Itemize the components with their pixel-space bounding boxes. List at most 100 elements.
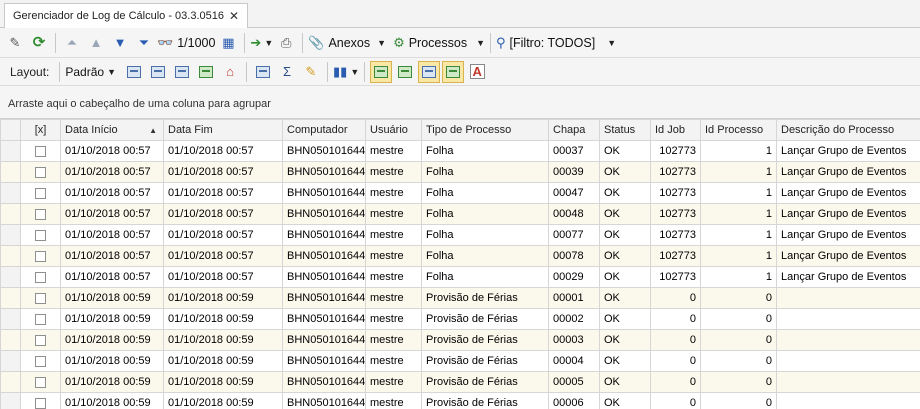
cell-data-fim[interactable]: 01/10/2018 00:57 — [163, 266, 283, 288]
table-row[interactable]: 01/10/2018 00:57 01/10/2018 00:57 BHN05010… — [0, 245, 920, 267]
cell-status[interactable]: OK — [599, 224, 651, 246]
table-row[interactable]: 01/10/2018 00:59 01/10/2018 00:59 BHN05010… — [0, 287, 920, 309]
cell-chapa[interactable]: 00077 — [548, 224, 600, 246]
row-indicator[interactable] — [0, 329, 21, 351]
cell-data-fim[interactable]: 01/10/2018 00:57 — [163, 182, 283, 204]
column-header-usuario[interactable]: Usuário — [365, 119, 422, 141]
row-indicator[interactable] — [0, 140, 21, 162]
cell-status[interactable]: OK — [599, 392, 651, 409]
cell-status[interactable]: OK — [599, 287, 651, 309]
cell-status[interactable]: OK — [599, 182, 651, 204]
anexos-button[interactable]: 📎 Anexos ▼ — [308, 32, 386, 54]
cell-data-fim[interactable]: 01/10/2018 00:59 — [163, 371, 283, 393]
table-row[interactable]: 01/10/2018 00:57 01/10/2018 00:57 BHN05010… — [0, 161, 920, 183]
cell-tipo-processo[interactable]: Provisão de Férias — [421, 329, 549, 351]
cell-chapa[interactable]: 00037 — [548, 140, 600, 162]
cell-chapa[interactable]: 00006 — [548, 392, 600, 409]
cell-data-fim[interactable]: 01/10/2018 00:59 — [163, 329, 283, 351]
cell-computador[interactable]: BHN050101644 — [282, 140, 366, 162]
font-button[interactable]: A — [466, 61, 488, 83]
cell-chapa[interactable]: 00002 — [548, 308, 600, 330]
row-indicator[interactable] — [0, 308, 21, 330]
first-record-button[interactable]: ⏶ — [61, 32, 83, 54]
calendar-button[interactable]: ▦ — [217, 32, 239, 54]
highlight-button[interactable]: ✎ — [300, 61, 322, 83]
column-header-data-fim[interactable]: Data Fim — [163, 119, 283, 141]
cell-computador[interactable]: BHN050101644 — [282, 392, 366, 409]
cell-chapa[interactable]: 00047 — [548, 182, 600, 204]
cell-data-inicio[interactable]: 01/10/2018 00:59 — [60, 329, 164, 351]
cell-chapa[interactable]: 00078 — [548, 245, 600, 267]
cell-id-job[interactable]: 0 — [650, 329, 701, 351]
cell-usuario[interactable]: mestre — [365, 371, 422, 393]
table-row[interactable]: 01/10/2018 00:59 01/10/2018 00:59 BHN05010… — [0, 308, 920, 330]
group-by-panel[interactable]: Arraste aqui o cabeçalho de uma coluna p… — [0, 86, 920, 119]
cell-computador[interactable]: BHN050101644 — [282, 329, 366, 351]
cell-descricao[interactable]: Lançar Grupo de Eventos — [776, 224, 920, 246]
cell-id-job[interactable]: 102773 — [650, 224, 701, 246]
cell-chapa[interactable]: 00039 — [548, 161, 600, 183]
cell-id-job[interactable]: 102773 — [650, 245, 701, 267]
column-header-chapa[interactable]: Chapa — [548, 119, 600, 141]
cell-id-job[interactable]: 0 — [650, 287, 701, 309]
edit-button[interactable]: ✎ — [4, 32, 26, 54]
row-checkbox[interactable] — [35, 208, 46, 220]
cell-id-job[interactable]: 102773 — [650, 182, 701, 204]
cell-tipo-processo[interactable]: Provisão de Férias — [421, 371, 549, 393]
row-checkbox[interactable] — [35, 376, 46, 388]
cell-data-fim[interactable]: 01/10/2018 00:57 — [163, 245, 283, 267]
column-header-data-inicio[interactable]: Data Início ▲ — [60, 119, 164, 141]
row-checkbox[interactable] — [35, 145, 46, 157]
cell-id-job[interactable]: 0 — [650, 308, 701, 330]
show-group-panel-button[interactable] — [370, 60, 393, 83]
cell-data-fim[interactable]: 01/10/2018 00:59 — [163, 287, 283, 309]
layout-import-button[interactable] — [195, 61, 217, 83]
table-row[interactable]: 01/10/2018 00:57 01/10/2018 00:57 BHN05010… — [0, 224, 920, 246]
show-row-colors-button[interactable] — [442, 60, 465, 83]
cell-id-processo[interactable]: 1 — [700, 182, 777, 204]
cell-status[interactable]: OK — [599, 203, 651, 225]
cell-data-fim[interactable]: 01/10/2018 00:57 — [163, 161, 283, 183]
cell-data-inicio[interactable]: 01/10/2018 00:59 — [60, 308, 164, 330]
row-indicator[interactable] — [0, 245, 21, 267]
refresh-button[interactable]: ⟳ — [28, 32, 50, 54]
column-header-computador[interactable]: Computador — [282, 119, 366, 141]
cell-data-fim[interactable]: 01/10/2018 00:57 — [163, 203, 283, 225]
cell-id-processo[interactable]: 1 — [700, 203, 777, 225]
cell-id-job[interactable]: 102773 — [650, 161, 701, 183]
row-checkbox[interactable] — [35, 334, 46, 346]
cell-computador[interactable]: BHN050101644 — [282, 224, 366, 246]
cell-id-job[interactable]: 0 — [650, 350, 701, 372]
cell-status[interactable]: OK — [599, 308, 651, 330]
cell-descricao[interactable] — [776, 329, 920, 351]
cell-usuario[interactable]: mestre — [365, 224, 422, 246]
row-checkbox[interactable] — [35, 229, 46, 241]
cell-data-inicio[interactable]: 01/10/2018 00:57 — [60, 161, 164, 183]
cell-status[interactable]: OK — [599, 371, 651, 393]
table-row[interactable]: 01/10/2018 00:57 01/10/2018 00:57 BHN05010… — [0, 182, 920, 204]
cell-descricao[interactable] — [776, 350, 920, 372]
cell-chapa[interactable]: 00003 — [548, 329, 600, 351]
row-indicator[interactable] — [0, 392, 21, 409]
cell-id-job[interactable]: 102773 — [650, 266, 701, 288]
cell-descricao[interactable]: Lançar Grupo de Eventos — [776, 203, 920, 225]
cell-descricao[interactable]: Lançar Grupo de Eventos — [776, 161, 920, 183]
cell-computador[interactable]: BHN050101644 — [282, 161, 366, 183]
cell-descricao[interactable]: Lançar Grupo de Eventos — [776, 182, 920, 204]
cell-tipo-processo[interactable]: Provisão de Férias — [421, 287, 549, 309]
cell-status[interactable]: OK — [599, 329, 651, 351]
cell-tipo-processo[interactable]: Provisão de Férias — [421, 308, 549, 330]
print-button[interactable]: ⎙ — [275, 32, 297, 54]
cell-status[interactable]: OK — [599, 140, 651, 162]
cell-chapa[interactable]: 00048 — [548, 203, 600, 225]
layout-save-button[interactable] — [123, 61, 145, 83]
cell-computador[interactable]: BHN050101644 — [282, 182, 366, 204]
cell-id-processo[interactable]: 0 — [700, 287, 777, 309]
cell-id-job[interactable]: 102773 — [650, 203, 701, 225]
tab-log-calculo[interactable]: Gerenciador de Log de Cálculo - 03.3.051… — [4, 3, 248, 28]
cell-computador[interactable]: BHN050101644 — [282, 287, 366, 309]
row-checkbox[interactable] — [35, 166, 46, 178]
table-row[interactable]: 01/10/2018 00:59 01/10/2018 00:59 BHN05010… — [0, 392, 920, 409]
cell-id-processo[interactable]: 1 — [700, 245, 777, 267]
cell-computador[interactable]: BHN050101644 — [282, 245, 366, 267]
